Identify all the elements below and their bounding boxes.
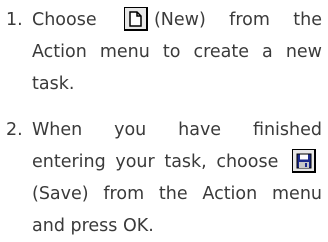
new-document-icon [123, 7, 148, 31]
step-number: 1. [6, 10, 23, 30]
step-text-after: (Save) from the Action menu and press OK… [32, 184, 322, 236]
step-text: When you have finished entering your tas… [32, 114, 322, 242]
save-disk-icon [291, 149, 316, 173]
step-text-before: When you have finished entering your tas… [32, 120, 322, 172]
step-number: 2. [6, 120, 23, 140]
step-text-before: Choose [32, 10, 97, 30]
instruction-steps: 1. Choose (New) from the Action menu to … [6, 4, 322, 242]
step-1: 1. Choose (New) from the Action menu to … [6, 4, 322, 100]
step-2: 2. When you have finished entering your … [6, 114, 322, 242]
step-text: Choose (New) from the Action menu to cre… [32, 4, 322, 100]
